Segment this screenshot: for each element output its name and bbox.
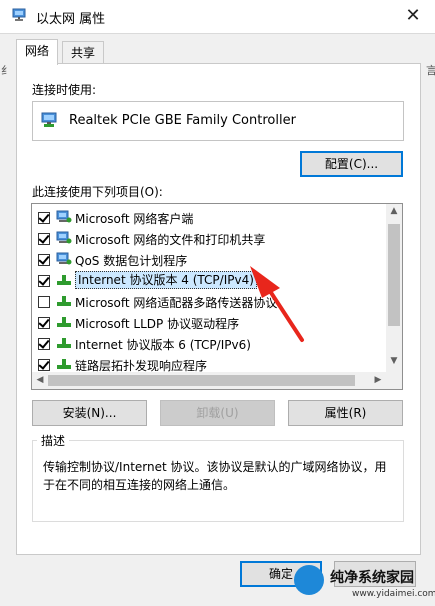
protocol-icon (57, 296, 71, 306)
tab-network[interactable]: 网络 (16, 39, 59, 65)
item-checkbox[interactable] (38, 275, 50, 287)
title-bar[interactable]: 以太网 属性 ✕ (0, 0, 435, 33)
list-item[interactable]: Microsoft 网络客户端 (32, 207, 385, 227)
description-text: 传输控制协议/Internet 协议。该协议是默认的广域网络协议，用于在不同的相… (43, 460, 387, 492)
protocol-icon (57, 359, 71, 369)
item-label: Internet 协议版本 4 (TCP/IPv4) (75, 271, 257, 289)
list-item[interactable]: Internet 协议版本 6 (TCP/IPv6) (32, 333, 385, 353)
connect-using-label: 连接时使用: (32, 83, 97, 97)
configure-button[interactable]: 配置(C)... (300, 151, 403, 177)
item-checkbox[interactable] (38, 359, 50, 371)
list-item[interactable]: Microsoft 网络的文件和打印机共享 (32, 228, 385, 248)
protocol-icon (57, 275, 71, 285)
item-checkbox[interactable] (38, 254, 50, 266)
adapter-display: Realtek PCIe GBE Family Controller (32, 101, 404, 141)
install-button[interactable]: 安装(N)... (32, 400, 147, 426)
protocol-icon (57, 317, 71, 327)
window-title: 以太网 属性 (36, 12, 106, 27)
list-item[interactable]: QoS 数据包计划程序 (32, 249, 385, 269)
list-item[interactable]: Microsoft LLDP 协议驱动程序 (32, 312, 385, 332)
protocol-icon (57, 338, 71, 348)
scroll-up-icon[interactable]: ▲ (386, 206, 402, 216)
watermark-logo-icon (294, 565, 324, 595)
file-printer-sharing-icon (56, 231, 72, 244)
scroll-left-icon[interactable]: ◀ (34, 375, 46, 385)
properties-button[interactable]: 属性(R) (288, 400, 403, 426)
horizontal-scroll-thumb[interactable] (48, 375, 355, 386)
item-checkbox[interactable] (38, 212, 50, 224)
watermark-url: www.yidaimei.com (352, 589, 435, 599)
list-item[interactable]: 链路层拓扑发现响应程序 (32, 354, 385, 374)
item-checkbox[interactable] (38, 338, 50, 350)
vertical-scroll-thumb[interactable] (388, 224, 400, 326)
list-item-selected[interactable]: Internet 协议版本 4 (TCP/IPv4) (32, 270, 385, 290)
adapter-icon (41, 112, 57, 127)
scroll-right-icon[interactable]: ▶ (372, 375, 384, 385)
network-adapter-icon (12, 8, 26, 21)
item-label: Microsoft 网络客户端 (75, 212, 194, 226)
scroll-down-icon[interactable]: ▼ (386, 356, 402, 366)
item-label: Microsoft 网络的文件和打印机共享 (75, 233, 266, 247)
items-list[interactable]: Microsoft 网络客户端 Microsoft 网络的文件和打印机共享 Qo… (31, 203, 403, 390)
item-checkbox[interactable] (38, 296, 50, 308)
item-label: Internet 协议版本 6 (TCP/IPv6) (75, 338, 251, 352)
network-client-icon (56, 210, 72, 223)
annotation-arrow-icon (250, 266, 304, 342)
description-title: 描述 (37, 432, 70, 449)
background-window-text: 言 (426, 64, 435, 77)
tab-sharing[interactable]: 共享 (62, 41, 105, 64)
list-item[interactable]: Microsoft 网络适配器多路传送器协议 (32, 291, 385, 311)
item-label: Microsoft LLDP 协议驱动程序 (75, 317, 240, 331)
uninstall-button[interactable]: 卸载(U) (160, 400, 275, 426)
background-window-text: 纟 (1, 64, 12, 77)
watermark-text: 纯净系统家园 (330, 570, 414, 586)
item-label: QoS 数据包计划程序 (75, 254, 188, 268)
close-icon[interactable]: ✕ (398, 2, 428, 30)
adapter-name: Realtek PCIe GBE Family Controller (69, 113, 296, 128)
item-checkbox[interactable] (38, 317, 50, 329)
qos-scheduler-icon (56, 252, 72, 265)
items-label: 此连接使用下列项目(O): (32, 185, 163, 199)
item-checkbox[interactable] (38, 233, 50, 245)
